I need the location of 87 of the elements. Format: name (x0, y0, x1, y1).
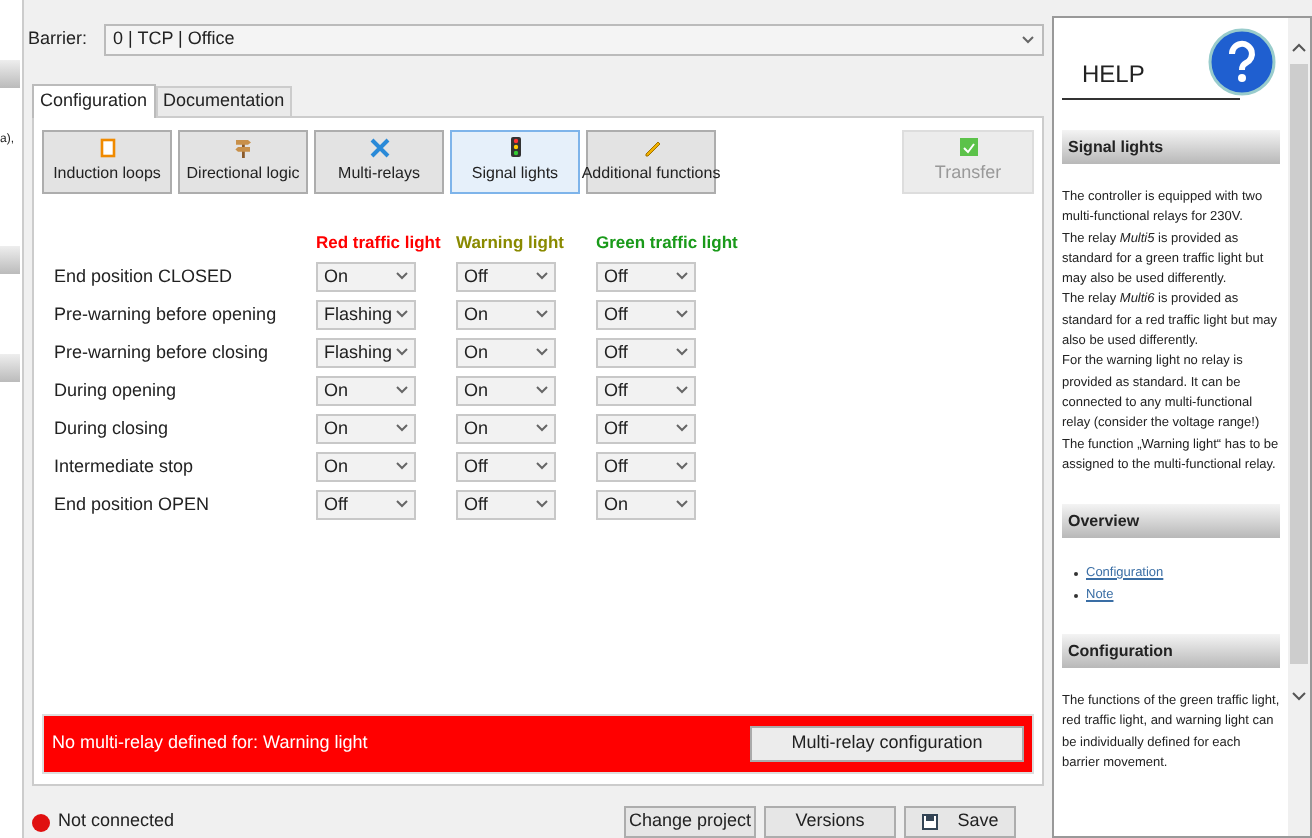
caret-icon (396, 386, 408, 395)
status-text: Not connected (58, 808, 175, 835)
caret-icon (676, 386, 688, 395)
traffic-light-icon (509, 136, 521, 159)
caret-icon (536, 424, 548, 433)
dropdown[interactable]: Off (596, 261, 696, 292)
check-icon (959, 137, 977, 156)
toolbar-button[interactable]: Additional functions (586, 129, 716, 194)
signpost-icon (234, 137, 252, 158)
dropdown[interactable]: On (316, 261, 416, 292)
row-label: Pre-warning before closing (54, 339, 271, 366)
column-header: Red traffic light (316, 232, 441, 253)
caret-icon (676, 462, 688, 471)
scroll-up-icon[interactable] (1292, 42, 1306, 52)
caret-icon (676, 272, 688, 281)
dropdown[interactable]: On (456, 413, 556, 444)
multi-relay-button[interactable]: Multi-relay configuration (750, 726, 1024, 762)
dropdown[interactable]: Off (596, 451, 696, 482)
row-label: Pre-warning before opening (54, 301, 279, 328)
dropdown[interactable]: On (316, 375, 416, 406)
row-label: Intermediate stop (54, 453, 196, 480)
loop-icon (99, 137, 115, 158)
row-label: During closing (54, 415, 171, 442)
caret-icon (676, 310, 688, 319)
help-icon (1208, 28, 1276, 96)
footer-button[interactable]: Save (904, 806, 1016, 838)
caret-icon (396, 424, 408, 433)
caret-icon (536, 500, 548, 509)
dropdown[interactable]: Off (596, 375, 696, 406)
caret-icon (676, 348, 688, 357)
dropdown[interactable]: Off (456, 489, 556, 520)
scrollbar[interactable] (1288, 18, 1310, 836)
caret-icon (396, 500, 408, 509)
sidebar-button[interactable] (0, 60, 20, 88)
dropdown[interactable]: Off (596, 413, 696, 444)
caret-icon (536, 386, 548, 395)
dropdown[interactable]: On (456, 375, 556, 406)
dropdown[interactable]: On (316, 451, 416, 482)
dropdown[interactable]: Off (316, 489, 416, 520)
footer-button[interactable]: Change project (624, 806, 756, 838)
barrier-dropdown[interactable]: 0 | TCP | Office (103, 23, 1044, 56)
caret-icon (536, 310, 548, 319)
row-label: End position OPEN (54, 491, 212, 518)
dropdown[interactable]: Off (596, 299, 696, 330)
section-heading: Overview (1062, 504, 1280, 539)
dropdown[interactable]: Flashing (316, 337, 416, 368)
caret-icon (676, 500, 688, 509)
footer-button[interactable]: Versions (764, 806, 896, 838)
toolbar-button[interactable]: Multi-relays (314, 129, 444, 194)
dropdown[interactable]: Off (596, 337, 696, 368)
caret-icon (1022, 35, 1034, 44)
caret-icon (396, 272, 408, 281)
barrier-label: Barrier: (28, 26, 88, 53)
pencil-icon (641, 137, 661, 158)
dropdown[interactable]: On (316, 413, 416, 444)
relay-icon (369, 137, 389, 158)
column-header: Green traffic light (596, 232, 738, 253)
row-label: During opening (54, 377, 179, 404)
dropdown[interactable]: On (456, 337, 556, 368)
tab[interactable]: Documentation (155, 85, 293, 116)
row-label: End position CLOSED (54, 263, 235, 290)
toolbar-button[interactable]: Signal lights (450, 129, 580, 194)
dropdown[interactable]: On (456, 299, 556, 330)
tab[interactable]: Configuration (32, 83, 156, 118)
section-heading: Signal lights (1062, 130, 1280, 164)
caret-icon (676, 424, 688, 433)
scroll-thumb[interactable] (1290, 64, 1308, 664)
caret-icon (536, 462, 548, 471)
caret-icon (396, 462, 408, 471)
column-header: Warning light (456, 232, 564, 253)
dropdown[interactable]: Off (456, 451, 556, 482)
sidebar-button[interactable] (0, 354, 20, 382)
caret-icon (396, 348, 408, 357)
scroll-down-icon[interactable] (1292, 692, 1306, 702)
dropdown[interactable]: Off (456, 261, 556, 292)
warning-message: No multi-relay defined for: Warning light (52, 730, 368, 757)
caret-icon (536, 348, 548, 357)
section-heading: Configuration (1062, 634, 1280, 669)
floppy-icon (921, 814, 938, 830)
toolbar-button[interactable]: Induction loops (42, 129, 172, 194)
caret-icon (396, 310, 408, 319)
help-title: HELP (1082, 58, 1145, 92)
caret-icon (536, 272, 548, 281)
toolbar-button[interactable]: Directional logic (178, 129, 308, 194)
sidebar-button[interactable] (0, 246, 20, 274)
dropdown[interactable]: Flashing (316, 299, 416, 330)
dropdown[interactable]: On (596, 489, 696, 520)
